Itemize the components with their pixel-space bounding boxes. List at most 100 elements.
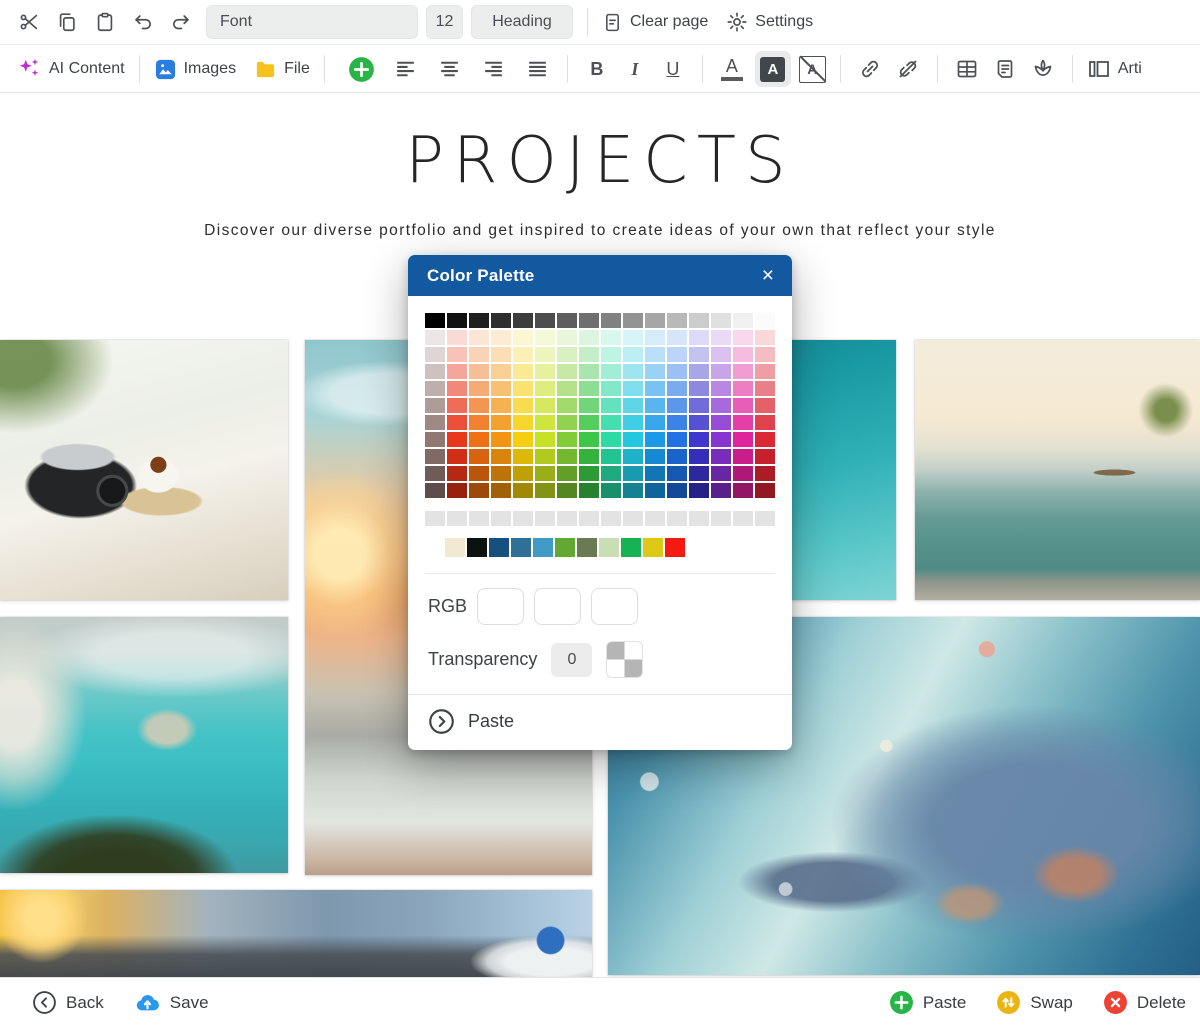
palette-swatch[interactable]	[601, 483, 621, 498]
palette-swatch[interactable]	[579, 313, 599, 328]
palette-swatch[interactable]	[623, 432, 643, 447]
palette-swatch[interactable]	[447, 432, 467, 447]
delete-button[interactable]: Delete	[1103, 990, 1186, 1015]
palette-empty-swatch[interactable]	[557, 511, 577, 526]
recent-color-swatch[interactable]	[533, 538, 553, 557]
photo-santorini-sunset[interactable]	[0, 890, 592, 977]
palette-swatch[interactable]	[513, 398, 533, 413]
palette-swatch[interactable]	[711, 347, 731, 362]
swap-button[interactable]: Swap	[996, 990, 1073, 1015]
palette-swatch[interactable]	[711, 466, 731, 481]
palette-swatch[interactable]	[469, 381, 489, 396]
palette-swatch[interactable]	[557, 347, 577, 362]
palette-swatch[interactable]	[755, 313, 775, 328]
palette-swatch[interactable]	[557, 330, 577, 345]
palette-swatch[interactable]	[623, 483, 643, 498]
palette-swatch[interactable]	[689, 330, 709, 345]
palette-empty-swatch[interactable]	[447, 511, 467, 526]
palette-swatch[interactable]	[491, 466, 511, 481]
palette-empty-swatch[interactable]	[469, 511, 489, 526]
palette-swatch[interactable]	[579, 347, 599, 362]
palette-swatch[interactable]	[667, 449, 687, 464]
transparency-input[interactable]	[551, 643, 592, 677]
recent-color-swatch[interactable]	[643, 538, 663, 557]
copy-button[interactable]	[52, 7, 82, 37]
palette-swatch[interactable]	[645, 398, 665, 413]
palette-swatch[interactable]	[469, 466, 489, 481]
palette-swatch[interactable]	[711, 330, 731, 345]
palette-swatch[interactable]	[755, 415, 775, 430]
palette-swatch[interactable]	[623, 364, 643, 379]
palette-empty-swatch[interactable]	[755, 511, 775, 526]
palette-swatch[interactable]	[711, 449, 731, 464]
cut-button[interactable]	[14, 7, 44, 37]
palette-empty-swatch[interactable]	[425, 511, 445, 526]
palette-swatch[interactable]	[513, 432, 533, 447]
bold-button[interactable]: B	[582, 54, 612, 84]
palette-swatch[interactable]	[579, 330, 599, 345]
palette-swatch[interactable]	[667, 483, 687, 498]
palette-swatch[interactable]	[623, 398, 643, 413]
recent-color-swatch[interactable]	[467, 538, 487, 557]
article-layout-button[interactable]: Arti	[1087, 57, 1142, 81]
palette-swatch[interactable]	[513, 449, 533, 464]
palette-swatch[interactable]	[425, 313, 445, 328]
palette-swatch[interactable]	[491, 398, 511, 413]
palette-swatch[interactable]	[645, 432, 665, 447]
no-fill-button[interactable]: A	[799, 56, 826, 83]
paste-element-button[interactable]: Paste	[889, 990, 966, 1015]
palette-swatch[interactable]	[667, 381, 687, 396]
palette-swatch[interactable]	[513, 364, 533, 379]
palette-empty-swatch[interactable]	[579, 511, 599, 526]
remove-link-button[interactable]	[893, 54, 923, 84]
photo-infinity-pool[interactable]	[915, 340, 1200, 600]
palette-swatch[interactable]	[711, 364, 731, 379]
palette-swatch[interactable]	[469, 415, 489, 430]
paragraph-style-select[interactable]: Heading	[471, 5, 573, 39]
palette-swatch[interactable]	[689, 381, 709, 396]
palette-swatch[interactable]	[645, 364, 665, 379]
palette-swatch[interactable]	[623, 313, 643, 328]
palette-swatch[interactable]	[425, 381, 445, 396]
palette-swatch[interactable]	[733, 330, 753, 345]
paste-button[interactable]	[90, 7, 120, 37]
palette-swatch[interactable]	[557, 466, 577, 481]
palette-swatch[interactable]	[469, 483, 489, 498]
palette-swatch[interactable]	[469, 364, 489, 379]
recent-color-swatch[interactable]	[445, 538, 465, 557]
palette-swatch[interactable]	[491, 449, 511, 464]
palette-swatch[interactable]	[755, 466, 775, 481]
palette-swatch[interactable]	[645, 381, 665, 396]
palette-swatch[interactable]	[711, 483, 731, 498]
palette-swatch[interactable]	[689, 347, 709, 362]
palette-swatch[interactable]	[755, 381, 775, 396]
palette-swatch[interactable]	[425, 364, 445, 379]
palette-empty-swatch[interactable]	[667, 511, 687, 526]
palette-swatch[interactable]	[711, 313, 731, 328]
palette-swatch[interactable]	[579, 415, 599, 430]
palette-swatch[interactable]	[623, 330, 643, 345]
recent-color-swatch[interactable]	[489, 538, 509, 557]
palette-swatch[interactable]	[579, 432, 599, 447]
palette-swatch[interactable]	[645, 313, 665, 328]
fill-color-button[interactable]: A	[755, 51, 791, 87]
palette-swatch[interactable]	[557, 313, 577, 328]
underline-button[interactable]: U	[658, 54, 688, 84]
palette-swatch[interactable]	[667, 364, 687, 379]
palette-swatch[interactable]	[535, 364, 555, 379]
palette-swatch[interactable]	[491, 313, 511, 328]
palette-swatch[interactable]	[513, 466, 533, 481]
palette-swatch[interactable]	[623, 347, 643, 362]
palette-swatch[interactable]	[733, 449, 753, 464]
palette-swatch[interactable]	[689, 449, 709, 464]
palette-swatch[interactable]	[579, 364, 599, 379]
palette-swatch[interactable]	[557, 432, 577, 447]
palette-swatch[interactable]	[755, 483, 775, 498]
palette-swatch[interactable]	[491, 347, 511, 362]
palette-swatch[interactable]	[755, 347, 775, 362]
rgb-b-input[interactable]	[591, 588, 638, 625]
palette-swatch[interactable]	[491, 432, 511, 447]
rgb-g-input[interactable]	[534, 588, 581, 625]
palette-swatch[interactable]	[623, 466, 643, 481]
palette-swatch[interactable]	[601, 364, 621, 379]
